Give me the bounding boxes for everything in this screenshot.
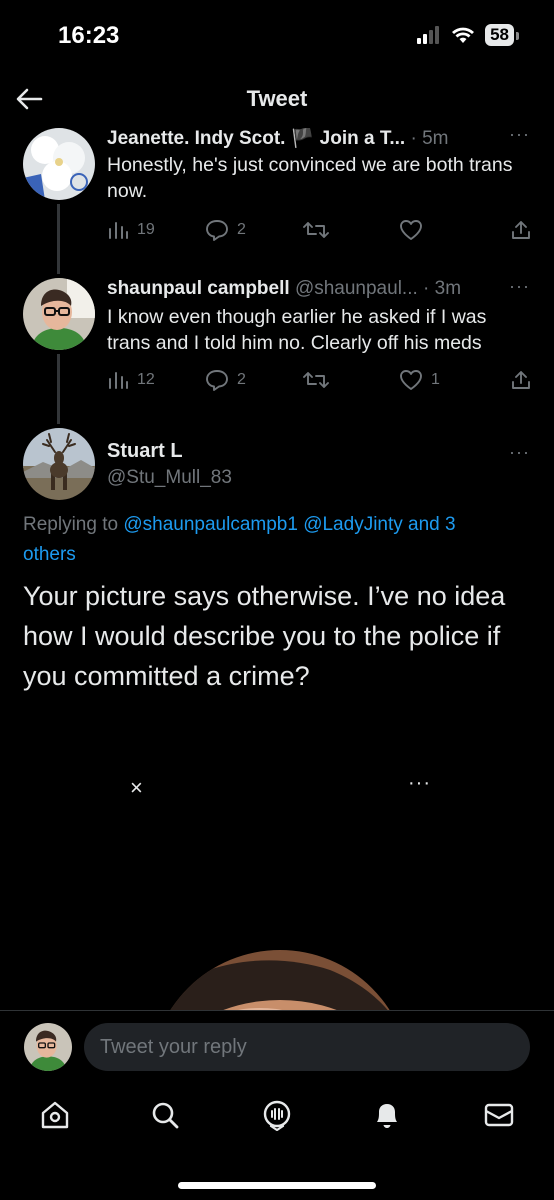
nav-header: Tweet bbox=[0, 72, 554, 128]
tweet-text: I know even though earlier he asked if I… bbox=[107, 306, 487, 354]
page-title: Tweet bbox=[246, 86, 308, 111]
retweet-button[interactable] bbox=[303, 370, 337, 390]
tweet-timestamp: · 5m bbox=[410, 128, 449, 149]
main-tweet-more-button[interactable]: ··· bbox=[509, 442, 530, 463]
thread-connector bbox=[57, 204, 60, 274]
author-name[interactable]: shaunpaul campbell bbox=[107, 278, 290, 299]
retweet-icon bbox=[303, 222, 329, 238]
tab-home[interactable] bbox=[38, 1098, 72, 1132]
main-tweet-author-handle: @Stu_Mull_83 bbox=[107, 467, 232, 488]
retweet-button[interactable] bbox=[303, 220, 337, 240]
mention-link[interactable]: @shaunpaulcampb1 bbox=[123, 514, 298, 535]
tweet-header: Jeanette. Indy Scot. 🏴 Join a T... · 5m bbox=[107, 126, 534, 150]
tweet-header: shaunpaul campbell @shaunpaul... · 3m bbox=[107, 278, 534, 300]
tab-notifications[interactable] bbox=[370, 1098, 404, 1132]
tweet-thread: Jeanette. Indy Scot. 🏴 Join a T... · 5m … bbox=[0, 120, 554, 1010]
reply-icon bbox=[206, 370, 228, 391]
tweet-actions: 19 2 bbox=[107, 216, 532, 244]
media-image[interactable] bbox=[150, 950, 410, 1010]
messages-icon bbox=[484, 1103, 514, 1127]
search-icon bbox=[152, 1102, 179, 1129]
mention-link[interactable]: @LadyJinty bbox=[303, 514, 403, 535]
status-icons: 58 bbox=[417, 24, 519, 46]
like-button[interactable]: 1 bbox=[399, 369, 440, 391]
media-more-button[interactable]: ··· bbox=[408, 772, 431, 795]
main-tweet-avatar[interactable] bbox=[23, 428, 95, 500]
heart-icon bbox=[400, 220, 422, 240]
home-icon bbox=[41, 1101, 69, 1129]
reply-count: 2 bbox=[237, 371, 246, 388]
like-count: 1 bbox=[431, 371, 440, 388]
tweet-text: Honestly, he's just convinced we are bot… bbox=[107, 154, 513, 202]
share-icon bbox=[512, 371, 530, 389]
share-icon bbox=[512, 221, 530, 239]
share-button[interactable] bbox=[510, 369, 532, 391]
share-button[interactable] bbox=[510, 219, 532, 241]
heart-icon bbox=[400, 370, 422, 390]
media-close-button[interactable]: × bbox=[130, 775, 143, 801]
tab-search[interactable] bbox=[148, 1098, 182, 1132]
thread-tweet[interactable]: shaunpaul campbell @shaunpaul... · 3m ··… bbox=[0, 270, 554, 424]
retweet-icon bbox=[303, 372, 329, 388]
author-handle: @shaunpaul... bbox=[294, 278, 418, 299]
views-button[interactable]: 19 bbox=[107, 220, 155, 240]
views-count: 19 bbox=[137, 221, 155, 238]
avatar[interactable] bbox=[23, 128, 95, 200]
author-name[interactable]: Jeanette. Indy Scot. 🏴 Join a T... bbox=[107, 128, 405, 149]
reply-input[interactable] bbox=[84, 1023, 530, 1071]
wifi-icon bbox=[452, 27, 475, 43]
mention-and-label: and 3 bbox=[408, 514, 456, 535]
replying-to: Replying to @shaunpaulcampb1 @LadyJinty … bbox=[23, 510, 514, 570]
bottom-tab-bar bbox=[0, 1084, 554, 1200]
tab-spaces[interactable] bbox=[260, 1098, 294, 1132]
reply-button[interactable]: 2 bbox=[205, 369, 246, 391]
cellular-signal-icon bbox=[417, 26, 440, 44]
status-bar: 16:23 58 bbox=[0, 0, 554, 72]
main-tweet-text: Your picture says otherwise. I’ve no ide… bbox=[23, 581, 506, 691]
reply-button[interactable]: 2 bbox=[205, 219, 246, 241]
views-icon bbox=[109, 222, 128, 239]
tweet-more-button[interactable]: ··· bbox=[509, 276, 530, 297]
user-avatar[interactable] bbox=[24, 1023, 72, 1071]
replying-prefix: Replying to bbox=[23, 514, 119, 535]
main-tweet-author-name[interactable]: Stuart L bbox=[107, 440, 183, 463]
thread-connector bbox=[57, 354, 60, 424]
reply-icon bbox=[206, 220, 228, 241]
views-count: 12 bbox=[137, 371, 155, 388]
spaces-icon bbox=[263, 1100, 291, 1131]
thread-tweet[interactable]: Jeanette. Indy Scot. 🏴 Join a T... · 5m … bbox=[0, 120, 554, 274]
avatar[interactable] bbox=[23, 278, 95, 350]
home-indicator[interactable] bbox=[178, 1182, 376, 1189]
reply-composer bbox=[0, 1010, 554, 1084]
mention-others-label: others bbox=[23, 544, 76, 565]
tweet-timestamp: · 3m bbox=[423, 278, 462, 299]
like-button[interactable] bbox=[399, 219, 431, 241]
views-button[interactable]: 12 bbox=[107, 370, 155, 390]
battery-indicator: 58 bbox=[485, 24, 519, 46]
tweet-actions: 12 2 1 bbox=[107, 366, 532, 394]
reply-count: 2 bbox=[237, 221, 246, 238]
views-icon bbox=[109, 372, 128, 389]
notifications-icon bbox=[377, 1104, 397, 1128]
status-time: 16:23 bbox=[58, 22, 120, 49]
tab-messages[interactable] bbox=[482, 1098, 516, 1132]
